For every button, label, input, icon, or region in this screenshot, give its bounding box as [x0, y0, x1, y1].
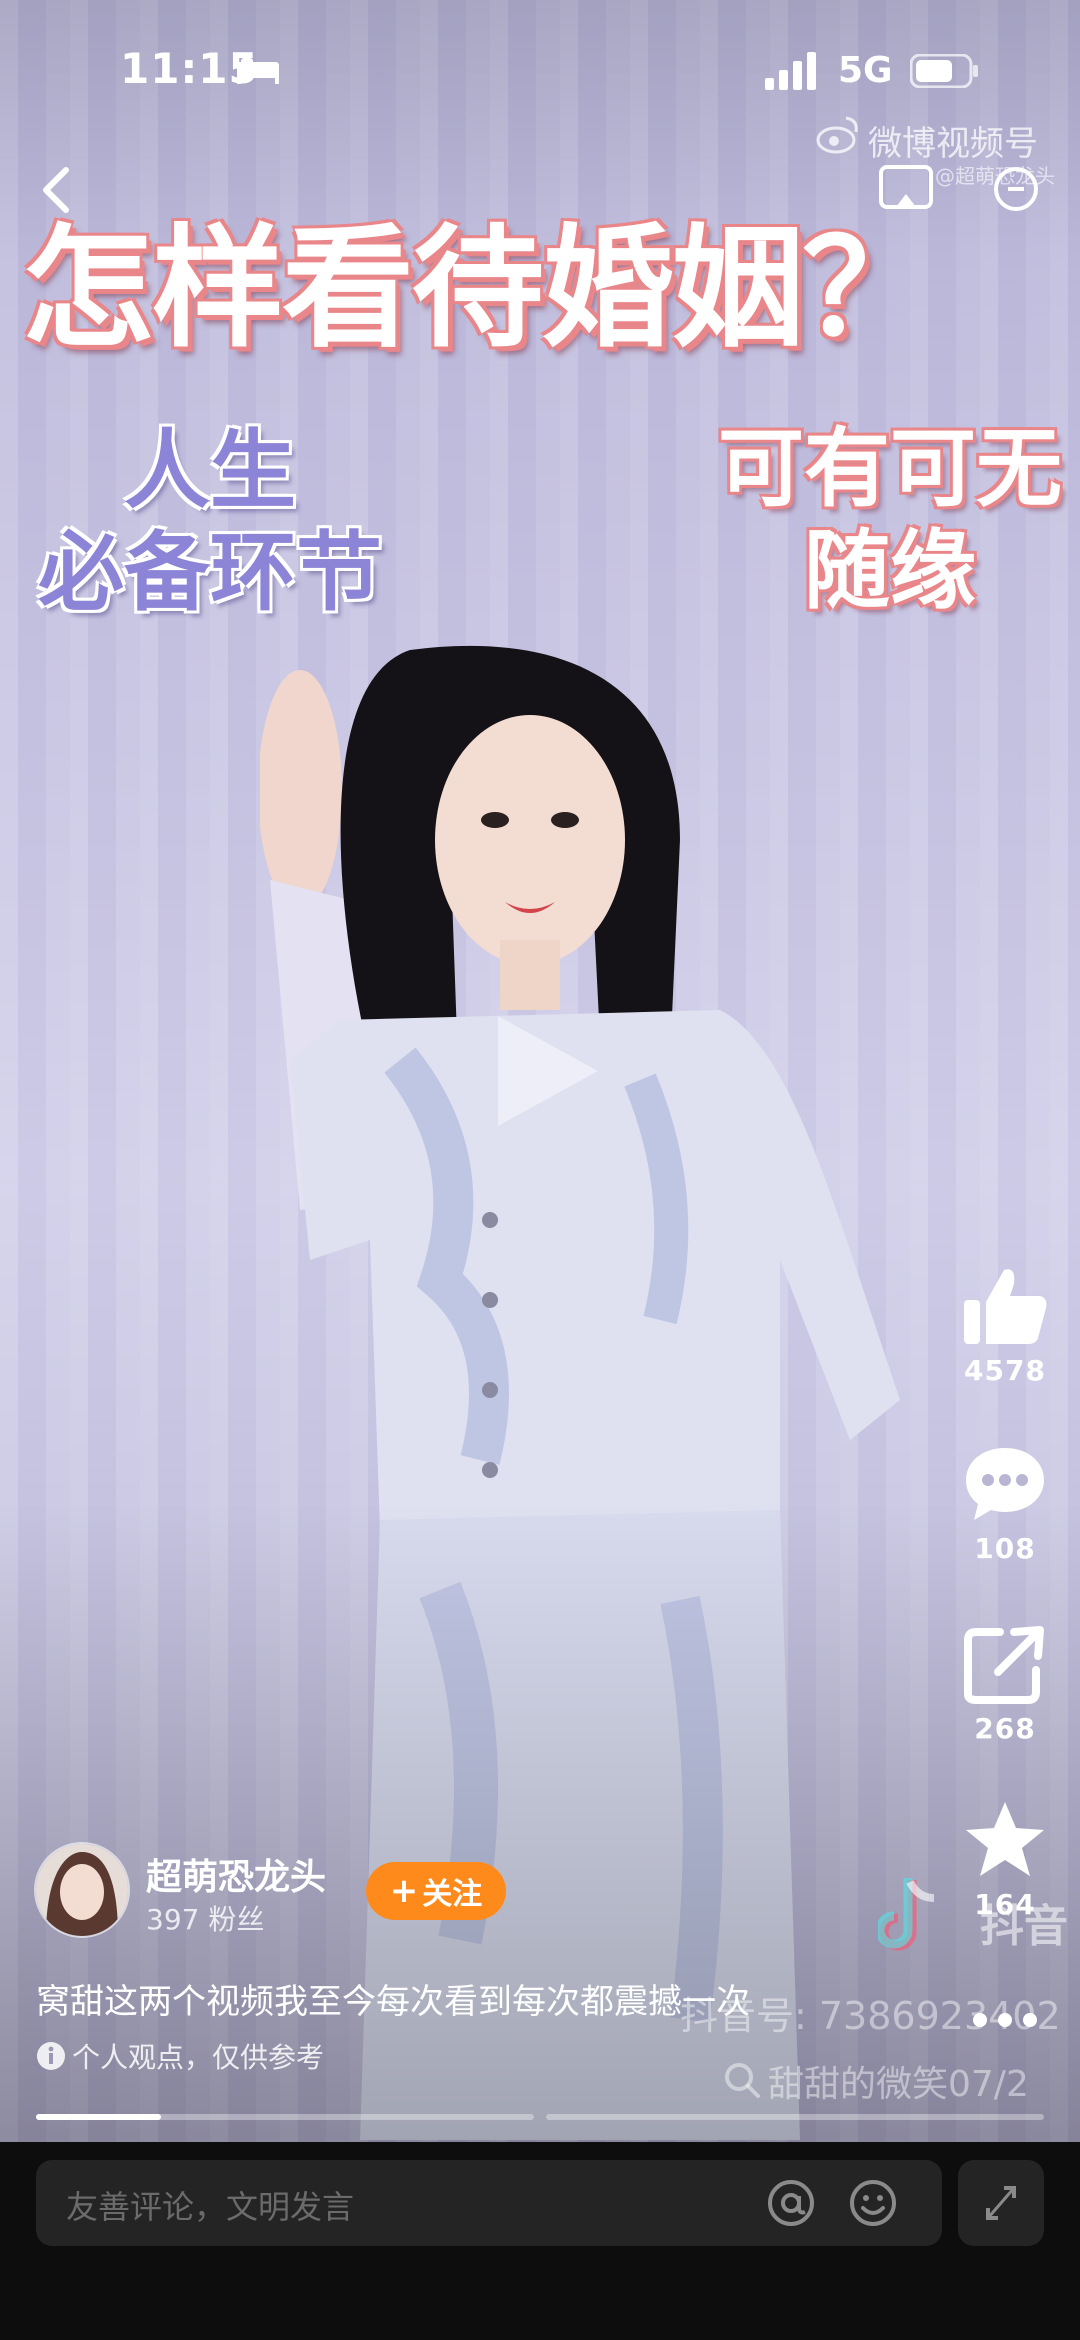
label-left-line1: 人生 — [124, 421, 296, 521]
expand-icon — [986, 2186, 1016, 2220]
share-button[interactable]: 268 — [950, 1624, 1060, 1745]
network-type: 5G — [838, 50, 893, 91]
douyin-search-text: 甜甜的微笑07/2 — [768, 2064, 1029, 2105]
comment-input[interactable]: 友善评论，文明发言 — [36, 2160, 942, 2246]
share-icon — [964, 1626, 1044, 1704]
info-icon — [37, 2042, 65, 2070]
like-count: 4578 — [964, 1354, 1046, 1387]
follow-label: 关注 — [422, 1877, 483, 1912]
signal-icon — [765, 52, 816, 90]
video-label-right: 可有可无 随缘 — [690, 418, 1080, 622]
video-person-image — [260, 645, 900, 2140]
plus-icon: + — [389, 1871, 419, 1911]
more-dots-icon[interactable] — [970, 2005, 1040, 2035]
play-icon[interactable] — [478, 1006, 608, 1136]
star-icon — [966, 1802, 1044, 1876]
avatar-image — [36, 1844, 128, 1936]
sleep-mode-icon — [237, 58, 279, 84]
thumbs-up-icon — [964, 1269, 1047, 1344]
search-icon — [725, 2063, 760, 2098]
more-options-icon[interactable] — [988, 164, 1044, 214]
follow-button[interactable]: + 关注 — [366, 1862, 506, 1920]
progress-fill-1 — [36, 2114, 161, 2120]
label-left-line2: 必备环节 — [38, 523, 382, 623]
label-right-line2: 随缘 — [804, 521, 976, 621]
douyin-watermark: 抖音 — [980, 1901, 1068, 1952]
weibo-watermark: 微博视频号 — [868, 124, 1038, 164]
share-count: 268 — [974, 1712, 1036, 1745]
comment-count: 108 — [974, 1532, 1036, 1565]
video-caption[interactable]: 窝甜这两个视频我至今每次看到每次都震撼一次 — [36, 1974, 750, 2023]
progress-segment-1[interactable] — [36, 2114, 534, 2120]
author-avatar[interactable] — [34, 1842, 130, 1938]
battery-icon — [910, 54, 978, 88]
disclaimer: 个人观点，仅供参考 — [36, 2036, 324, 2076]
comment-placeholder: 友善评论，文明发言 — [66, 2188, 355, 2226]
expand-button[interactable] — [958, 2160, 1044, 2246]
progress-segment-2[interactable] — [546, 2114, 1044, 2120]
emoji-icon[interactable] — [848, 2178, 898, 2228]
mention-icon[interactable] — [766, 2178, 816, 2228]
author-fans: 397 粉丝 — [146, 1903, 265, 1936]
like-button[interactable]: 4578 — [950, 1266, 1060, 1387]
comment-icon — [966, 1448, 1044, 1520]
disclaimer-text: 个人观点，仅供参考 — [72, 2041, 325, 2074]
video-title-overlay: 怎样看待婚姻？ — [22, 212, 934, 366]
author-name[interactable]: 超萌恐龙头 — [146, 1848, 326, 1900]
comment-button[interactable]: 108 — [950, 1444, 1060, 1565]
label-right-line1: 可有可无 — [718, 419, 1062, 519]
video-label-left: 人生 必备环节 — [0, 420, 420, 624]
weibo-logo-icon — [816, 116, 858, 154]
douyin-logo-icon — [878, 1878, 935, 1951]
